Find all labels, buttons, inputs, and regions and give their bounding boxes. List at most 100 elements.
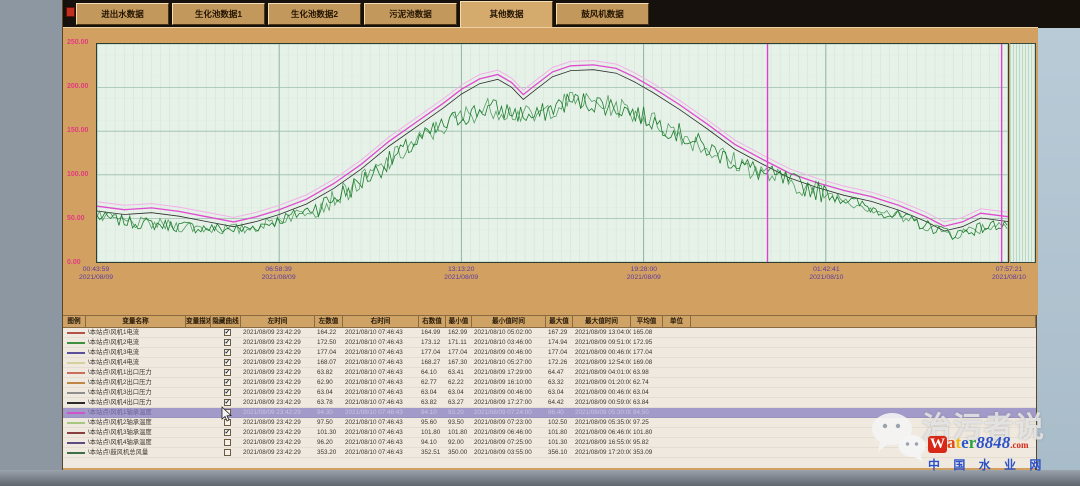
- hide-curve-checkbox[interactable]: ✓: [224, 359, 231, 366]
- column-header[interactable]: 左时间: [241, 316, 315, 327]
- x-axis-tick: 19:28:002021/08/09: [609, 266, 679, 282]
- cell-value: 2021/08/09 12:54:00: [573, 358, 631, 367]
- column-header[interactable]: 最小值: [446, 316, 472, 327]
- hide-curve-checkbox[interactable]: ✓: [224, 329, 231, 336]
- cell-value: 177.04: [315, 348, 343, 357]
- pen-name: \本站点\风机1轴承温度: [86, 408, 186, 417]
- cell-value: 2021/08/09 03:55:00: [472, 448, 546, 457]
- cell-value: 2021/08/09 23:42:29: [241, 408, 315, 417]
- tab-3[interactable]: 生化池数据2: [268, 3, 361, 25]
- cell-value: [663, 378, 691, 387]
- tab-1[interactable]: 进出水数据: [76, 3, 169, 25]
- column-header[interactable]: 图例: [63, 316, 86, 327]
- cell-value: [663, 428, 691, 437]
- cell-value: 63.78: [315, 398, 343, 407]
- cell-value: 95.82: [631, 438, 663, 447]
- cell-value: 101.80: [446, 428, 472, 437]
- cell-value: [663, 328, 691, 337]
- hide-curve-checkbox[interactable]: ✓: [224, 349, 231, 356]
- hide-curve-checkbox[interactable]: ✓: [224, 429, 231, 436]
- cell-value: 2021/08/09 23:42:29: [241, 388, 315, 397]
- cell-value: 169.08: [631, 358, 663, 367]
- pen-color-line: [67, 402, 85, 404]
- y-axis-tick: 0.00: [67, 259, 95, 266]
- column-header[interactable]: 最大值: [546, 316, 573, 327]
- column-header[interactable]: 最大值时间: [573, 316, 631, 327]
- row-filler: [691, 378, 1036, 387]
- cell-value: 2021/08/09 06:46:00: [472, 428, 546, 437]
- cell-value: 2021/08/10 07:46:43: [343, 448, 419, 457]
- hide-curve-checkbox[interactable]: [224, 439, 231, 446]
- table-row[interactable]: \本站点\风机2电流✓2021/08/09 23:42:29172.502021…: [63, 338, 1036, 348]
- cell-value: [663, 368, 691, 377]
- table-row[interactable]: \本站点\风机3电流✓2021/08/09 23:42:29177.042021…: [63, 348, 1036, 358]
- window-icon: [66, 7, 75, 17]
- table-row[interactable]: \本站点\风机3出口压力✓2021/08/09 23:42:2963.04202…: [63, 388, 1036, 398]
- hide-curve-checkbox[interactable]: ✓: [224, 389, 231, 396]
- pen-color-line: [67, 442, 85, 444]
- wechat-icon: [870, 410, 928, 464]
- plot-future-stripes: [1010, 43, 1036, 263]
- cell-value: 93.50: [446, 418, 472, 427]
- column-header[interactable]: 单位: [663, 316, 691, 327]
- cell-value: 96.40: [546, 408, 573, 417]
- hide-curve-checkbox[interactable]: ✓: [224, 369, 231, 376]
- tab-6[interactable]: 鼓风机数据: [556, 3, 649, 25]
- pen-name: \本站点\风机4出口压力: [86, 398, 186, 407]
- cell-value: 2021/08/09 05:30:00: [573, 408, 631, 417]
- cell-value: 2021/08/09 16:10:00: [472, 378, 546, 387]
- hide-curve-checkbox[interactable]: [224, 449, 231, 456]
- tab-4[interactable]: 污泥池数据: [364, 3, 457, 25]
- tab-2[interactable]: 生化池数据1: [172, 3, 265, 25]
- cell-value: 2021/08/09 23:42:29: [241, 368, 315, 377]
- y-axis-tick: 250.00: [67, 39, 95, 46]
- table-row[interactable]: \本站点\风机1出口压力✓2021/08/09 23:42:2963.82202…: [63, 368, 1036, 378]
- desktop-dark-corner: [1037, 0, 1080, 28]
- pen-name: \本站点\风机1出口压力: [86, 368, 186, 377]
- table-row[interactable]: \本站点\风机2出口压力✓2021/08/09 23:42:2962.90202…: [63, 378, 1036, 388]
- cell-value: 2021/08/09 17:29:00: [472, 368, 546, 377]
- cell-value: 2021/08/09 23:42:29: [241, 328, 315, 337]
- cell-value: [663, 358, 691, 367]
- column-header[interactable]: 最小值时间: [472, 316, 546, 327]
- hide-curve-checkbox[interactable]: ✓: [224, 399, 231, 406]
- pen-name: \本站点\鼓风机总风量: [86, 448, 186, 457]
- cell-value: 63.04: [446, 388, 472, 397]
- cell-value: 2021/08/09 07:23:00: [472, 418, 546, 427]
- cell-value: 62.90: [315, 378, 343, 387]
- cell-value: 2021/08/09 23:42:29: [241, 398, 315, 407]
- column-header[interactable]: 左数值: [315, 316, 343, 327]
- pen-color-line: [67, 352, 85, 354]
- column-header[interactable]: 隐藏曲线: [211, 316, 241, 327]
- cell-value: 177.04: [546, 348, 573, 357]
- cell-value: 2021/08/10 07:46:43: [343, 368, 419, 377]
- column-header[interactable]: 右数值: [419, 316, 446, 327]
- cell-value: 92.00: [446, 438, 472, 447]
- cell-value: 64.42: [546, 398, 573, 407]
- cell-value: 2021/08/10 07:46:43: [343, 378, 419, 387]
- table-row[interactable]: \本站点\风机1电流✓2021/08/09 23:42:29164.222021…: [63, 328, 1036, 338]
- hide-curve-checkbox[interactable]: ✓: [224, 379, 231, 386]
- tab-5[interactable]: 其他数据: [460, 1, 553, 27]
- cell-value: 63.82: [315, 368, 343, 377]
- column-header[interactable]: 右时间: [343, 316, 419, 327]
- x-axis-tick: 00:43:592021/08/09: [61, 266, 131, 282]
- hide-curve-checkbox[interactable]: ✓: [224, 339, 231, 346]
- column-header[interactable]: 变量描述: [186, 316, 211, 327]
- column-header[interactable]: 变量名称: [86, 316, 186, 327]
- table-row[interactable]: \本站点\风机4电流✓2021/08/09 23:42:29168.072021…: [63, 358, 1036, 368]
- cell-value: 101.80: [631, 428, 663, 437]
- cell-value: 165.08: [631, 328, 663, 337]
- cell-value: 174.94: [546, 338, 573, 347]
- cell-value: 2021/08/09 00:59:00: [573, 398, 631, 407]
- cell-value: 2021/08/09 07:24:00: [472, 408, 546, 417]
- trend-chart-panel: \本站点\风机1轴承温度 23:42:29 2021/08/09 07:46:4…: [63, 27, 1038, 295]
- pen-name: \本站点\风机3电流: [86, 348, 186, 357]
- column-header[interactable]: 平均值: [631, 316, 663, 327]
- row-filler: [691, 368, 1036, 377]
- cell-value: 2021/08/10 07:46:43: [343, 408, 419, 417]
- cell-value: 167.30: [446, 358, 472, 367]
- cell-value: 63.82: [419, 398, 446, 407]
- trend-plot[interactable]: [96, 43, 1009, 263]
- cell-value: 63.04: [419, 388, 446, 397]
